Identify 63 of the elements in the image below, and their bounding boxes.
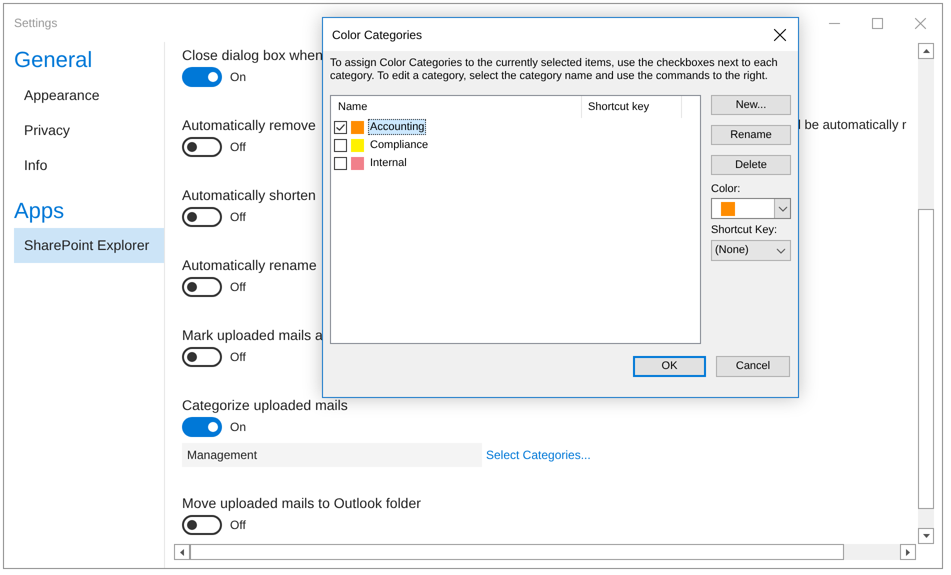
select-categories-link[interactable]: Select Categories... — [486, 446, 591, 464]
shortcut-key-label: Shortcut Key: — [711, 224, 778, 237]
toggle-switch[interactable] — [182, 347, 222, 367]
scrollbar-thumb[interactable] — [918, 209, 934, 509]
color-label: Color: — [711, 183, 742, 196]
category-name[interactable]: Accounting — [368, 119, 426, 135]
shortcut-key-dropdown[interactable]: (None) — [711, 240, 791, 261]
close-icon — [915, 18, 926, 28]
dialog-button[interactable]: Rename — [711, 125, 791, 145]
ok-button[interactable]: OK — [633, 356, 706, 377]
dialog-button[interactable]: Delete — [711, 155, 791, 175]
column-header[interactable]: Name — [331, 96, 582, 118]
sidebar-item[interactable]: SharePoint Explorer — [14, 228, 164, 263]
scroll-left-icon — [180, 548, 184, 556]
close-icon — [774, 28, 786, 40]
setting-label: Close dialog box when — [182, 46, 323, 65]
maximize-icon — [872, 18, 883, 28]
setting-label: Move uploaded mails to Outlook folder — [182, 494, 421, 513]
toggle-state: Off — [230, 209, 246, 226]
toggle-switch[interactable] — [182, 515, 222, 535]
minimize-icon — [829, 22, 840, 24]
sidebar-heading: Apps — [14, 197, 66, 225]
chevron-down-icon — [776, 248, 786, 254]
sidebar-item[interactable]: Info — [14, 148, 164, 183]
setting-label: Automatically remove — [182, 116, 316, 135]
toggle-state: Off — [230, 139, 246, 156]
scroll-down-icon — [922, 534, 930, 538]
sidebar-item[interactable]: Appearance — [14, 78, 164, 113]
toggle-state: Off — [230, 517, 246, 534]
toggle-switch[interactable] — [182, 277, 222, 297]
toggle-state: Off — [230, 349, 246, 366]
toggle-switch[interactable] — [182, 67, 222, 87]
setting-description: l be automatically r — [798, 116, 906, 134]
toggle-switch[interactable] — [182, 207, 222, 227]
color-dropdown[interactable] — [711, 198, 791, 219]
toggle-state: On — [230, 419, 246, 436]
category-name[interactable]: Compliance — [368, 137, 430, 153]
cancel-button[interactable]: Cancel — [716, 356, 790, 377]
dialog-button[interactable]: New... — [711, 95, 791, 115]
dialog-title: Color Categories — [332, 26, 422, 44]
toggle-state: Off — [230, 279, 246, 296]
setting-label: Automatically shorten — [182, 186, 316, 205]
toggle-switch[interactable] — [182, 417, 222, 437]
vertical-scrollbar[interactable] — [918, 43, 934, 544]
category-name[interactable]: Internal — [368, 155, 409, 171]
check-icon — [336, 124, 345, 130]
setting-label: Automatically rename — [182, 256, 317, 275]
checkbox[interactable] — [334, 156, 347, 170]
checkbox[interactable] — [334, 120, 347, 134]
sidebar-heading: General — [14, 46, 94, 74]
window-title: Settings — [14, 15, 58, 32]
setting-label: Categorize uploaded mails — [182, 396, 348, 415]
category-field[interactable]: Management — [182, 443, 482, 467]
scroll-up-icon — [922, 49, 930, 53]
chevron-down-icon — [778, 206, 788, 212]
checkbox[interactable] — [334, 138, 347, 152]
column-header[interactable]: Shortcut key — [582, 96, 682, 118]
scroll-right-icon — [906, 548, 910, 556]
toggle-switch[interactable] — [182, 137, 222, 157]
toggle-state: On — [230, 69, 246, 86]
setting-label: Mark uploaded mails a — [182, 326, 323, 345]
sidebar-item[interactable]: Privacy — [14, 113, 164, 148]
dialog-description: To assign Color Categories to the currently selected items, use the checkboxes next to each category. To edit a category, select the category name and use the commands to the right. — [330, 57, 779, 83]
